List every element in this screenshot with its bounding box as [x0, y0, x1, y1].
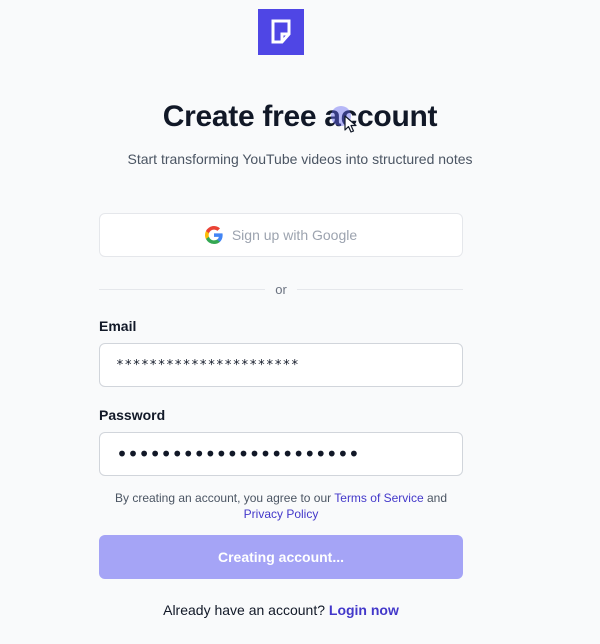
create-account-button[interactable]: Creating account...	[99, 535, 463, 579]
password-label: Password	[99, 407, 166, 423]
terms-notice: By creating an account, you agree to our…	[99, 490, 463, 522]
signup-page: Create free account Start transforming Y…	[0, 0, 600, 644]
password-value: ••••••••••••••••••••••	[116, 442, 360, 466]
email-label: Email	[99, 318, 137, 334]
terms-of-service-link[interactable]: Terms of Service	[334, 491, 423, 505]
login-link[interactable]: Login now	[329, 602, 399, 618]
divider-line-left	[99, 288, 266, 290]
page-subtitle: Start transforming YouTube videos into s…	[127, 151, 473, 167]
mouse-cursor-icon	[344, 115, 357, 133]
google-signup-label: Sign up with Google	[231, 227, 358, 243]
terms-conjunction: and	[426, 491, 447, 505]
login-prompt: Already have an account? Login now	[0, 602, 562, 618]
document-icon	[271, 19, 291, 44]
page-title: Create free account	[162, 100, 438, 133]
login-prompt-text: Already have an account?	[163, 602, 325, 618]
divider-line-right	[296, 288, 463, 290]
email-field[interactable]: **********************	[99, 343, 463, 387]
app-logo	[258, 9, 304, 55]
or-divider: or	[99, 280, 463, 298]
google-icon	[204, 226, 223, 244]
email-value: **********************	[116, 357, 300, 373]
privacy-policy-link[interactable]: Privacy Policy	[244, 507, 319, 521]
google-signup-button[interactable]: Sign up with Google	[99, 213, 463, 257]
divider-label: or	[275, 281, 287, 297]
terms-prefix: By creating an account, you agree to our	[115, 491, 332, 505]
password-field[interactable]: ••••••••••••••••••••••	[99, 432, 463, 476]
